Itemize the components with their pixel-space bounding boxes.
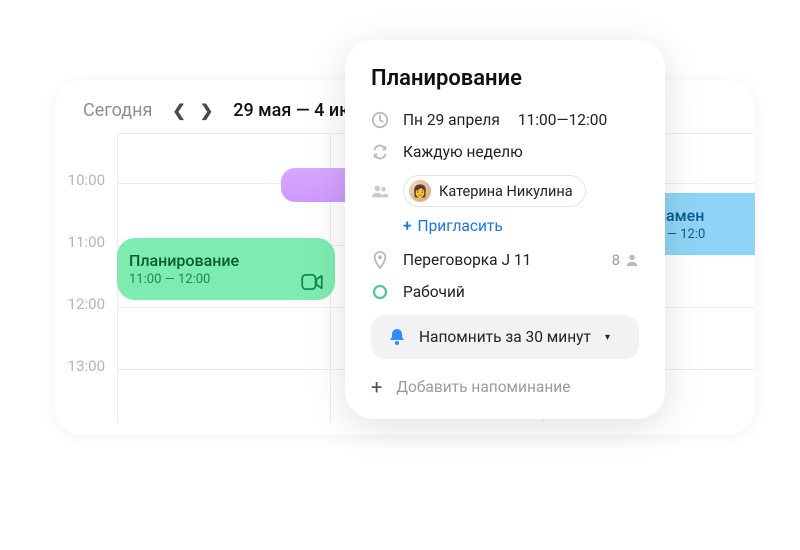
event-time: 11:00 — 12:00 <box>129 272 323 287</box>
hour-label: 10:00 <box>55 171 117 233</box>
add-reminder-label: Добавить напоминание <box>396 378 570 396</box>
detail-date: Пн 29 апреля <box>403 111 500 129</box>
event-title: Планирование <box>129 251 323 270</box>
nav-arrows: ❮ ❯ <box>170 101 215 120</box>
reminder-label: Напомнить за 30 минут <box>419 328 591 346</box>
invite-link[interactable]: + Пригласить <box>403 217 639 235</box>
plus-icon: + <box>371 375 382 399</box>
date-range: 29 мая — 4 ию <box>233 100 354 121</box>
detail-room-row[interactable]: Переговорка J 11 8 <box>371 251 639 269</box>
plus-icon: + <box>403 217 412 235</box>
bell-icon <box>387 327 407 347</box>
calendar-name: Рабочий <box>403 283 465 301</box>
event-green[interactable]: Планирование 11:00 — 12:00 <box>117 238 335 300</box>
room-capacity: 8 <box>612 251 639 269</box>
chevron-down-icon: ▾ <box>605 332 610 343</box>
participant-name: Катерина Никулина <box>439 183 573 200</box>
detail-recurrence-row[interactable]: Каждую неделю <box>371 143 639 161</box>
reminder-pill[interactable]: Напомнить за 30 минут ▾ <box>371 315 639 359</box>
room-name: Переговорка J 11 <box>403 251 531 269</box>
person-icon <box>625 253 639 267</box>
clock-icon <box>371 111 389 129</box>
hour-label: 11:00 <box>55 233 117 295</box>
people-icon <box>371 182 389 200</box>
invite-label: Пригласить <box>418 217 503 235</box>
repeat-icon <box>371 143 389 161</box>
detail-time: 11:00—12:00 <box>518 111 607 129</box>
add-reminder-button[interactable]: + Добавить напоминание <box>371 375 639 399</box>
video-icon <box>301 274 323 290</box>
detail-title: Планирование <box>371 66 639 91</box>
next-arrow-icon[interactable]: ❯ <box>198 101 215 120</box>
prev-arrow-icon[interactable]: ❮ <box>170 101 187 120</box>
detail-participants-row: 👩 Катерина Никулина <box>371 175 639 207</box>
hour-column: 10:00 11:00 12:00 13:00 <box>55 133 117 423</box>
detail-calendar-row[interactable]: Рабочий <box>371 283 639 301</box>
hour-label: 13:00 <box>55 357 117 419</box>
status-dot-icon <box>371 283 389 301</box>
detail-recurrence: Каждую неделю <box>403 143 523 161</box>
participant-chip[interactable]: 👩 Катерина Никулина <box>403 175 586 207</box>
location-icon <box>371 251 389 269</box>
hour-label: 12:00 <box>55 295 117 357</box>
today-button[interactable]: Сегодня <box>83 100 152 121</box>
event-detail-panel: Планирование Пн 29 апреля 11:00—12:00 Ка… <box>345 40 665 419</box>
detail-datetime-row[interactable]: Пн 29 апреля 11:00—12:00 <box>371 111 639 129</box>
avatar: 👩 <box>409 180 431 202</box>
